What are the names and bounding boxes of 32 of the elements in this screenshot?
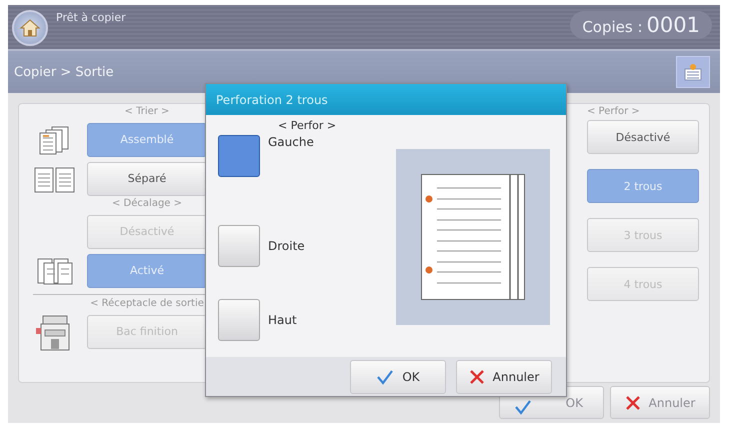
option-label: Haut xyxy=(268,313,297,328)
group-title: < Perfor > xyxy=(587,106,641,119)
close-icon xyxy=(468,368,485,385)
list-icon xyxy=(683,63,703,82)
option-button[interactable]: Séparé xyxy=(87,162,207,196)
dialog-title: Perforation 2 trous xyxy=(206,84,566,116)
group-title: < Trier > xyxy=(124,106,170,119)
cancel-button[interactable]: Annuler xyxy=(456,360,552,394)
home-button[interactable] xyxy=(12,10,48,46)
close-icon xyxy=(624,394,641,410)
copies-value: 0001 xyxy=(646,13,700,37)
ok-button[interactable]: OK xyxy=(350,360,446,394)
option-label: Gauche xyxy=(268,135,314,150)
option-button[interactable]: Activé xyxy=(87,254,207,288)
option-button[interactable] xyxy=(218,225,260,268)
pages-icon xyxy=(36,256,74,286)
option-button[interactable]: 2 trous xyxy=(587,169,699,203)
option-label: Droite xyxy=(268,239,305,254)
breadcrumb: Copier > Sortie xyxy=(14,64,114,80)
option-button[interactable] xyxy=(218,135,260,178)
option-button[interactable]: Désactivé xyxy=(587,120,699,154)
home-icon xyxy=(19,17,41,39)
status-text: Prêt à copier xyxy=(56,11,126,24)
group-title: < Perfor > xyxy=(277,119,338,134)
option-button[interactable]: Assemblé xyxy=(87,122,207,156)
option-button[interactable] xyxy=(218,299,260,342)
check-icon xyxy=(376,368,394,385)
job-list-button[interactable] xyxy=(676,56,710,88)
group-title: < Décalage > xyxy=(111,198,183,211)
group-title: < Réceptacle de sortie xyxy=(89,298,205,311)
check-icon xyxy=(514,399,532,415)
copies-label: Copies : xyxy=(582,18,643,36)
